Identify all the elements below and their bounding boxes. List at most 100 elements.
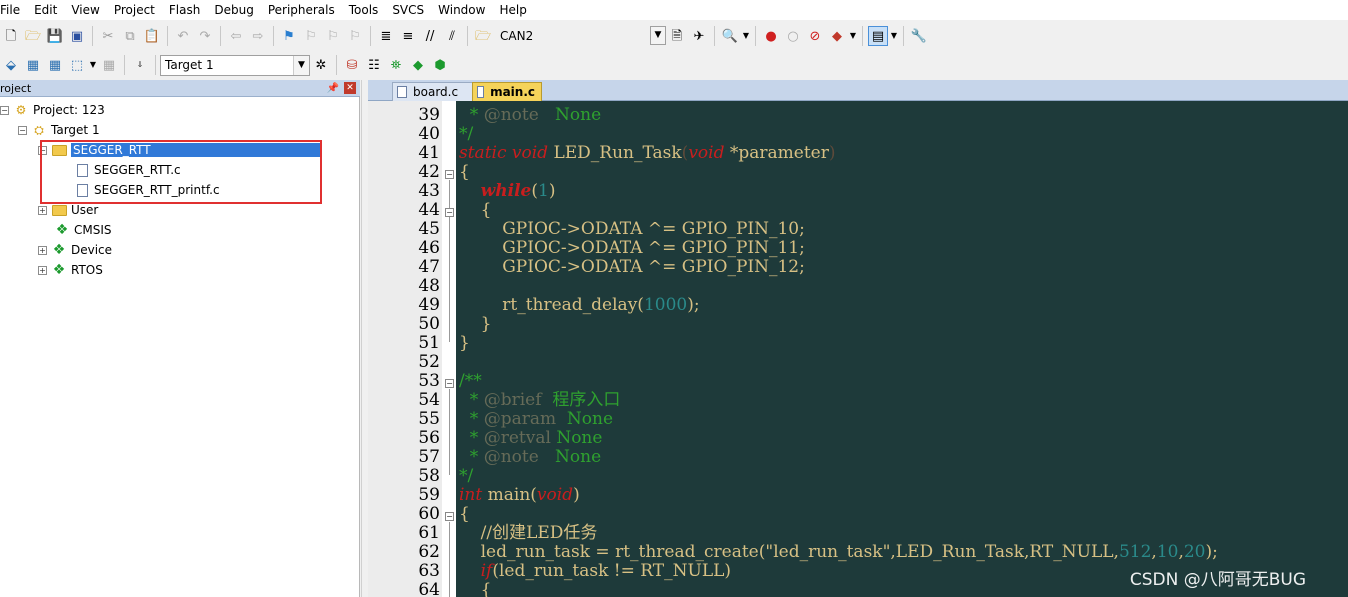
expand-icon[interactable]: + <box>38 205 47 215</box>
doc-tag: @param <box>483 409 557 429</box>
disable-breakpoint-icon[interactable]: ○ <box>783 26 803 46</box>
download-icon[interactable]: ⇓ <box>130 55 150 75</box>
pin-icon[interactable]: 📌 <box>326 83 340 94</box>
target-select[interactable]: Target 1 ▼ <box>160 54 310 76</box>
chevron-down-icon[interactable]: ▼ <box>849 26 857 46</box>
toolbar-separator <box>167 26 168 46</box>
open-folder-icon[interactable]: 🗁 <box>23 26 43 46</box>
prev-bookmark-icon[interactable]: ⚐ <box>301 26 321 46</box>
incremental-find-icon[interactable]: 🗎 <box>667 26 687 46</box>
line-number: 39 <box>418 105 440 125</box>
identifier: main <box>482 485 531 505</box>
run-time-environment-icon[interactable]: ⛯ <box>386 55 406 75</box>
batch-build-icon[interactable]: ⬚ <box>67 55 87 75</box>
tree-node-target[interactable]: − ⛭ Target 1 <box>18 121 100 139</box>
toolbar-separator <box>370 26 371 46</box>
save-icon[interactable]: 💾 <box>45 26 65 46</box>
collapse-icon[interactable]: − <box>18 125 27 135</box>
tree-node-component-device[interactable]: + ❖ Device <box>38 241 112 259</box>
copy-icon[interactable]: ⧉ <box>120 26 140 46</box>
pack-installer-icon[interactable]: ◆ <box>408 55 428 75</box>
redo-icon[interactable]: ↷ <box>195 26 215 46</box>
fold-collapse-icon[interactable]: − <box>445 170 454 179</box>
window-layout-icon[interactable]: ▤ <box>868 26 888 46</box>
menu-view[interactable]: View <box>64 0 106 20</box>
line-number: 47 <box>418 257 440 277</box>
configure-icon[interactable]: 🔧 <box>909 26 929 46</box>
chevron-down-icon[interactable]: ▼ <box>890 26 898 46</box>
line-number: 57 <box>418 447 440 467</box>
chevron-down-icon[interactable]: ▼ <box>89 55 97 75</box>
pane-splitter[interactable] <box>361 80 367 597</box>
translate-icon[interactable]: ⬙ <box>1 55 21 75</box>
save-all-icon[interactable]: ▣ <box>67 26 87 46</box>
find-in-files-icon[interactable]: 🗁 <box>473 26 493 46</box>
paren: ) <box>573 485 580 505</box>
chevron-down-icon[interactable]: ▼ <box>650 25 666 45</box>
file-extensions-icon[interactable]: ☷ <box>364 55 384 75</box>
manage-project-items-icon[interactable]: ⛁ <box>342 55 362 75</box>
kill-breakpoints-icon[interactable]: ⊘ <box>805 26 825 46</box>
nav-back-icon[interactable]: ⇦ <box>226 26 246 46</box>
breakpoint-settings-icon[interactable]: ◆ <box>827 26 847 46</box>
tab-main-c[interactable]: main.c <box>472 82 542 101</box>
new-file-icon[interactable]: 🗋 <box>1 26 21 46</box>
expand-icon[interactable]: + <box>38 265 47 275</box>
toolbar-separator <box>862 26 863 46</box>
keyword: void <box>511 143 549 163</box>
bookmark-icon[interactable]: ⚑ <box>279 26 299 46</box>
expand-icon[interactable]: + <box>38 245 47 255</box>
unindent-icon[interactable]: ≡ <box>398 26 418 46</box>
stop-build-icon[interactable]: ▦ <box>99 55 119 75</box>
chevron-down-icon[interactable]: ▼ <box>742 26 750 46</box>
line-number: 56 <box>418 428 440 448</box>
undo-icon[interactable]: ↶ <box>173 26 193 46</box>
menu-help[interactable]: Help <box>492 0 533 20</box>
tree-node-label: RTOS <box>71 263 103 277</box>
fold-collapse-icon[interactable]: − <box>445 208 454 217</box>
collapse-icon[interactable]: − <box>0 105 9 115</box>
debug-session-icon[interactable]: 🔍 <box>720 26 740 46</box>
comment-icon[interactable]: // <box>420 26 440 46</box>
menu-file[interactable]: File <box>0 0 27 20</box>
fold-collapse-icon[interactable]: − <box>445 379 454 388</box>
paste-icon[interactable]: 📋 <box>142 26 162 46</box>
menu-project[interactable]: Project <box>107 0 162 20</box>
breakpoint-icon[interactable]: ● <box>761 26 781 46</box>
cut-icon[interactable]: ✂ <box>98 26 118 46</box>
menu-svcs[interactable]: SVCS <box>385 0 431 20</box>
tree-node-project[interactable]: − ⚙ Project: 123 <box>0 101 105 119</box>
paren: ( <box>531 181 538 201</box>
c-file-icon <box>477 86 485 98</box>
next-bookmark-icon[interactable]: ⚐ <box>323 26 343 46</box>
tree-node-component-rtos[interactable]: + ❖ RTOS <box>38 261 103 279</box>
menu-flash[interactable]: Flash <box>162 0 207 20</box>
code-line-44: { <box>459 200 492 220</box>
code-line-42: { <box>459 162 470 182</box>
indent-icon[interactable]: ≣ <box>376 26 396 46</box>
close-icon[interactable]: ✕ <box>344 82 356 94</box>
code-line-49: rt_thread_delay(1000); <box>459 296 1218 315</box>
find-combo[interactable]: CAN2 ▼ <box>496 25 666 47</box>
menu-peripherals[interactable]: Peripherals <box>261 0 342 20</box>
menu-window[interactable]: Window <box>431 0 492 20</box>
build-icon[interactable]: ▦ <box>23 55 43 75</box>
uncomment-icon[interactable]: ⫽ <box>442 26 462 46</box>
rebuild-icon[interactable]: ▦ <box>45 55 65 75</box>
menu-edit[interactable]: Edit <box>27 0 64 20</box>
code-line-53: /** <box>459 371 482 391</box>
code-editor[interactable]: 39 40 41 42 43 44 45 46 47 48 49 50 51 5… <box>368 101 1348 597</box>
menu-debug[interactable]: Debug <box>207 0 260 20</box>
toolbar-separator <box>92 26 93 46</box>
menu-tools[interactable]: Tools <box>342 0 386 20</box>
fold-collapse-icon[interactable]: − <box>445 512 454 521</box>
nav-forward-icon[interactable]: ⇨ <box>248 26 268 46</box>
doc-tag: @note <box>483 105 539 125</box>
toolbar-separator <box>155 55 156 75</box>
tree-node-component-cmsis[interactable]: ❖ CMSIS <box>54 221 112 239</box>
chevron-down-icon[interactable]: ▼ <box>293 55 309 75</box>
select-software-packs-icon[interactable]: ⬢ <box>430 55 450 75</box>
find-icon[interactable]: ✈ <box>689 26 709 46</box>
target-options-icon[interactable]: ✲ <box>311 55 331 75</box>
clear-bookmarks-icon[interactable]: ⚐ <box>345 26 365 46</box>
